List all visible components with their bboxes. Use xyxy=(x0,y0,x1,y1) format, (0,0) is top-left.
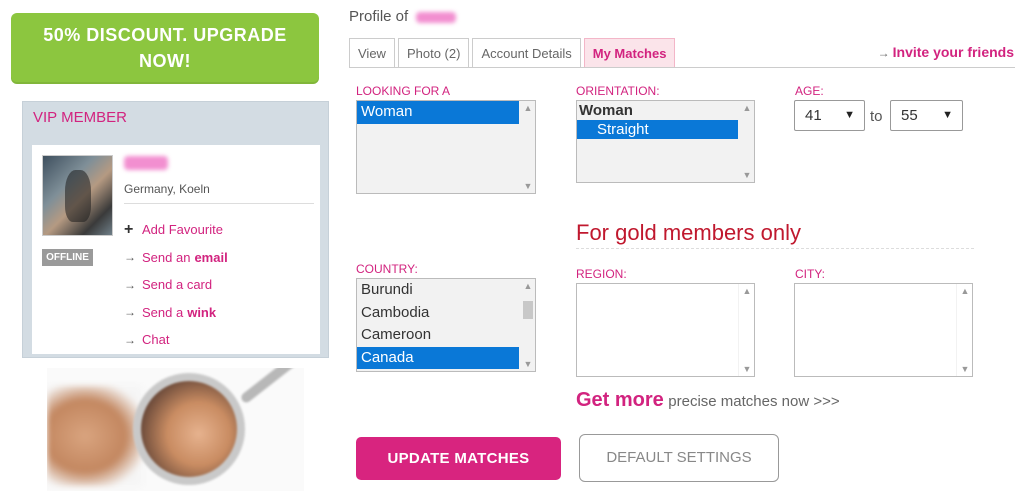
get-more-text: precise matches now >>> xyxy=(668,393,840,410)
magnifier-handle xyxy=(239,368,301,405)
plus-icon: + xyxy=(124,220,134,238)
vip-card: OFFLINE Germany, Koeln + Add Favourite →… xyxy=(32,145,320,354)
scroll-down-icon[interactable]: ▼ xyxy=(739,168,754,182)
send-card-label: Send a card xyxy=(142,277,213,293)
promo-image-part xyxy=(47,386,142,486)
gold-notice-divider xyxy=(576,248,974,249)
scroll-down-icon[interactable]: ▼ xyxy=(957,362,972,376)
scroll-up-icon[interactable]: ▲ xyxy=(739,101,754,115)
vip-title: VIP MEMBER xyxy=(33,109,127,126)
orientation-group-label: Woman xyxy=(579,102,633,119)
scrollbar[interactable]: ▲ ▼ xyxy=(519,101,535,193)
scroll-thumb[interactable] xyxy=(523,301,533,319)
email-label: email xyxy=(194,249,228,265)
gold-members-notice: For gold members only xyxy=(576,220,801,245)
member-photo[interactable] xyxy=(42,155,113,236)
age-to-label: to xyxy=(870,108,883,125)
tab-my-matches[interactable]: My Matches xyxy=(583,38,676,68)
listbox-option[interactable]: Straight xyxy=(577,120,738,139)
status-badge: OFFLINE xyxy=(42,249,93,266)
tab-view[interactable]: View xyxy=(349,38,395,68)
age-from-value: 41 xyxy=(805,107,822,124)
listbox-option[interactable]: Cambodia xyxy=(357,302,535,325)
update-matches-button[interactable]: UPDATE MATCHES xyxy=(356,437,561,480)
scrollbar[interactable]: ▲ ▼ xyxy=(519,279,535,371)
member-location: Germany, Koeln xyxy=(124,182,210,196)
scroll-up-icon[interactable]: ▲ xyxy=(957,284,972,298)
tab-photo[interactable]: Photo (2) xyxy=(397,38,470,68)
invite-friends-link[interactable]: → Invite your friends xyxy=(878,44,1014,60)
magnifier-icon xyxy=(133,373,245,485)
region-label: REGION: xyxy=(576,267,627,281)
tabs-divider xyxy=(349,67,1015,68)
divider xyxy=(124,203,314,204)
arrow-right-icon: → xyxy=(124,277,136,292)
add-favourite-label: Add Favourite xyxy=(142,222,223,238)
scroll-down-icon[interactable]: ▼ xyxy=(520,179,535,193)
looking-for-listbox[interactable]: Woman ▲ ▼ xyxy=(356,100,536,194)
arrow-right-icon: → xyxy=(124,332,136,347)
city-listbox[interactable]: ▲ ▼ xyxy=(794,283,973,377)
add-favourite-link[interactable]: + Add Favourite xyxy=(124,216,228,244)
send-wink-link[interactable]: → Send a wink xyxy=(124,299,228,327)
age-from-select[interactable]: 41 ▼ xyxy=(794,100,865,131)
wink-label: wink xyxy=(187,304,217,320)
orientation-label: ORIENTATION: xyxy=(576,84,660,98)
orientation-listbox[interactable]: Woman Straight ▲ ▼ xyxy=(576,100,755,183)
scroll-up-icon[interactable]: ▲ xyxy=(739,284,754,298)
arrow-right-icon: → xyxy=(124,305,136,320)
scroll-down-icon[interactable]: ▼ xyxy=(739,362,754,376)
country-listbox[interactable]: Burundi Cambodia Cameroon Canada ▲ ▼ xyxy=(356,278,536,372)
looking-for-label: LOOKING FOR A xyxy=(356,84,451,98)
send-card-link[interactable]: → Send a card xyxy=(124,271,228,299)
scrollbar[interactable]: ▲ ▼ xyxy=(738,101,754,182)
vip-member-panel: VIP MEMBER OFFLINE Germany, Koeln + Add … xyxy=(22,101,329,358)
chat-label: Chat xyxy=(142,332,170,348)
listbox-option[interactable]: Woman xyxy=(357,101,519,124)
profile-of-label: Profile of xyxy=(349,8,409,25)
upgrade-button[interactable]: 50% DISCOUNT. UPGRADE NOW! xyxy=(11,13,319,84)
age-label: AGE: xyxy=(795,84,824,98)
scroll-up-icon[interactable]: ▲ xyxy=(520,101,535,115)
page-title: Profile of xyxy=(349,8,457,25)
tab-account-details[interactable]: Account Details xyxy=(472,38,581,68)
upgrade-line-1: 50% DISCOUNT. UPGRADE xyxy=(43,25,287,45)
default-settings-button[interactable]: DEFAULT SETTINGS xyxy=(579,434,779,482)
age-to-select[interactable]: 55 ▼ xyxy=(890,100,963,131)
member-name-blurred[interactable] xyxy=(124,156,168,170)
arrow-right-icon: → xyxy=(877,46,890,60)
send-email-link[interactable]: → Send an email xyxy=(124,244,228,272)
send-an-label: Send an xyxy=(142,249,191,265)
chevron-down-icon: ▼ xyxy=(942,109,953,121)
profile-tabs: View Photo (2) Account Details My Matche… xyxy=(349,38,678,68)
get-more-link[interactable]: Get more precise matches now >>> xyxy=(576,389,840,412)
age-to-value: 55 xyxy=(901,107,918,124)
upgrade-line-2: NOW! xyxy=(139,51,191,71)
profile-name-blurred xyxy=(416,11,457,23)
invite-label: Invite your friends xyxy=(892,44,1014,60)
scroll-down-icon[interactable]: ▼ xyxy=(520,357,535,371)
scrollbar[interactable]: ▲ ▼ xyxy=(956,284,972,376)
listbox-option[interactable]: Canada xyxy=(357,346,519,369)
city-label: CITY: xyxy=(795,267,826,281)
get-more-strong: Get more xyxy=(576,389,664,411)
member-actions: + Add Favourite → Send an email → Send a… xyxy=(124,216,228,354)
listbox-option[interactable]: Cameroon xyxy=(357,324,535,347)
region-listbox[interactable]: ▲ ▼ xyxy=(576,283,755,377)
chevron-down-icon: ▼ xyxy=(844,109,855,121)
country-label: COUNTRY: xyxy=(356,262,418,276)
chat-link[interactable]: → Chat xyxy=(124,326,228,354)
promo-banner-image[interactable] xyxy=(47,368,304,491)
arrow-right-icon: → xyxy=(124,250,136,265)
scroll-up-icon[interactable]: ▲ xyxy=(520,279,535,293)
scrollbar[interactable]: ▲ ▼ xyxy=(738,284,754,376)
listbox-option[interactable]: Burundi xyxy=(357,279,535,302)
send-a-label: Send a xyxy=(142,304,184,320)
